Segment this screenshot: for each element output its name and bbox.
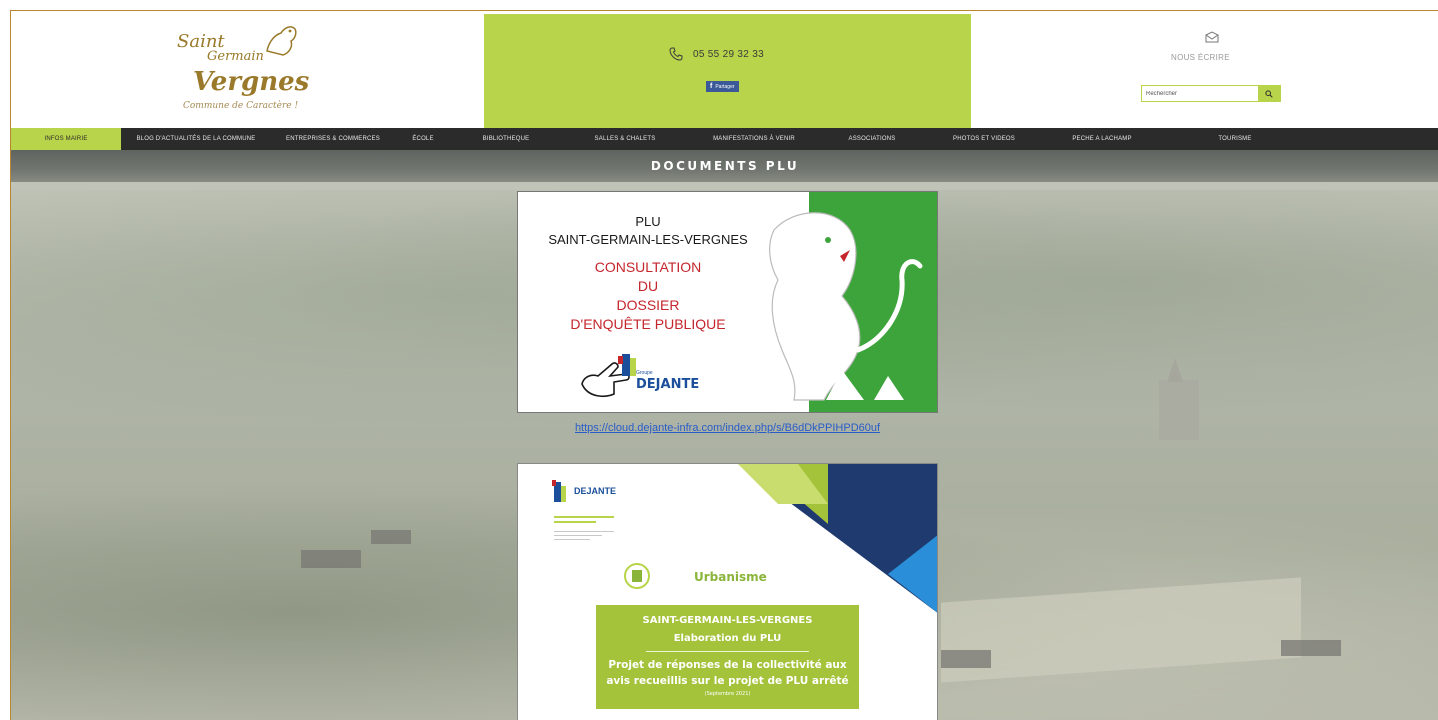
title-band: DOCUMENTS PLU <box>11 150 1438 182</box>
search-icon <box>1265 89 1273 98</box>
page-frame: Saint Germain Vergnes Commune de Caractè… <box>10 10 1438 720</box>
nav-item[interactable]: ÉCOLE <box>395 128 451 150</box>
contact-zone: 05 55 29 32 33 f Partager <box>484 14 971 128</box>
card1-du-text: DU <box>637 278 659 294</box>
lion-emblem-icon <box>266 26 297 56</box>
card2-desc-line2: avis recueillis sur le projet de PLU arr… <box>606 675 849 687</box>
card2-section: Urbanisme <box>694 570 767 584</box>
logo-zone: Saint Germain Vergnes Commune de Caractè… <box>11 11 484 128</box>
card2-line <box>554 539 590 540</box>
card1-plu-label: PLU <box>635 214 661 229</box>
facebook-icon: f <box>710 83 713 90</box>
card2-date: (Septembre 2021) <box>704 691 751 697</box>
nav-item[interactable]: BIBLIOTHEQUE <box>451 128 561 150</box>
card2-divider <box>646 651 809 652</box>
nav-item[interactable]: ASSOCIATIONS <box>819 128 925 150</box>
card1-enquete-text: D'ENQUÊTE PUBLIQUE <box>570 316 726 332</box>
logo-text-germain: Germain <box>207 49 264 64</box>
nav-item[interactable]: PHOTOS ET VIDEOS <box>925 128 1043 150</box>
nav-item[interactable]: INFOS MAIRIE <box>11 128 121 150</box>
card1-consultation-text: CONSULTATION <box>594 259 702 275</box>
card2-subtitle: Elaboration du PLU <box>673 633 782 644</box>
nav-item[interactable]: ENTREPRISES & COMMERCES <box>271 128 395 150</box>
background-roof <box>371 530 411 544</box>
card2-line <box>554 531 614 532</box>
background-roof <box>301 550 361 568</box>
header-right-zone: NOUS ÉCRIRE <box>971 11 1438 128</box>
logo-tagline: Commune de Caractère ! <box>183 101 299 111</box>
card1-dossier-text: DOSSIER <box>616 297 680 313</box>
facebook-share-button[interactable]: f Partager <box>706 81 739 92</box>
card2-line <box>554 516 614 518</box>
nav-item[interactable]: SALLES & CHALETS <box>561 128 689 150</box>
nav-item[interactable]: PECHE A LACHAMP <box>1043 128 1161 150</box>
background-church <box>1159 358 1199 440</box>
card1-brand-small: Groupe <box>636 370 653 376</box>
write-us-link[interactable]: NOUS ÉCRIRE <box>1171 53 1230 62</box>
card2-decoration <box>738 464 937 613</box>
card2-brand: DEJANTE <box>574 486 617 496</box>
card2-details <box>554 516 614 543</box>
card2-line <box>554 521 596 523</box>
building-icon <box>624 563 650 589</box>
site-header: Saint Germain Vergnes Commune de Caractè… <box>11 11 1438 128</box>
share-label: Partager <box>715 83 735 90</box>
envelope-icon[interactable] <box>1205 31 1219 43</box>
plu-responses-card[interactable]: DEJANTE Urbanisme SAINT-GERMAIN-LES-VERG… <box>517 463 938 720</box>
card1-brand: DEJANTE <box>636 377 700 392</box>
search-button[interactable] <box>1258 86 1280 101</box>
plu-consultation-link[interactable]: https://cloud.dejante-infra.com/index.ph… <box>517 422 938 434</box>
background-roof <box>941 650 991 668</box>
card1-commune-label: SAINT-GERMAIN-LES-VERGNES <box>548 232 748 247</box>
phone-row[interactable]: 05 55 29 32 33 <box>669 47 764 61</box>
nav-item[interactable]: MANIFESTATIONS À VENIR <box>689 128 819 150</box>
nav-item[interactable]: TOURISME <box>1161 128 1309 150</box>
search-input[interactable] <box>1142 86 1258 101</box>
card2-commune: SAINT-GERMAIN-LES-VERGNES <box>642 615 813 626</box>
logo-text-vergnes: Vergnes <box>193 67 310 97</box>
page-title: DOCUMENTS PLU <box>650 159 800 173</box>
main-nav: INFOS MAIRIE BLOG D'ACTUALITÉS DE LA COMM… <box>11 128 1438 150</box>
background-roof <box>1281 640 1341 656</box>
search-box <box>1141 85 1281 102</box>
card2-title-box: SAINT-GERMAIN-LES-VERGNES Elaboration du… <box>596 605 859 709</box>
site-logo[interactable]: Saint Germain Vergnes Commune de Caractè… <box>173 21 310 113</box>
plu-consultation-card[interactable]: PLU SAINT-GERMAIN-LES-VERGNES CONSULTATI… <box>517 191 938 413</box>
card2-desc-line1: Projet de réponses de la collectivité au… <box>608 659 847 671</box>
lion-illustration-icon <box>769 212 923 401</box>
main-content: DOCUMENTS PLU PLU SAINT-GERMAIN-LES-VERG… <box>11 150 1438 720</box>
card2-line <box>554 535 602 536</box>
nav-item[interactable]: BLOG D'ACTUALITÉS DE LA COMMUNE <box>121 128 271 150</box>
phone-number: 05 55 29 32 33 <box>693 48 764 60</box>
phone-icon <box>669 47 683 61</box>
